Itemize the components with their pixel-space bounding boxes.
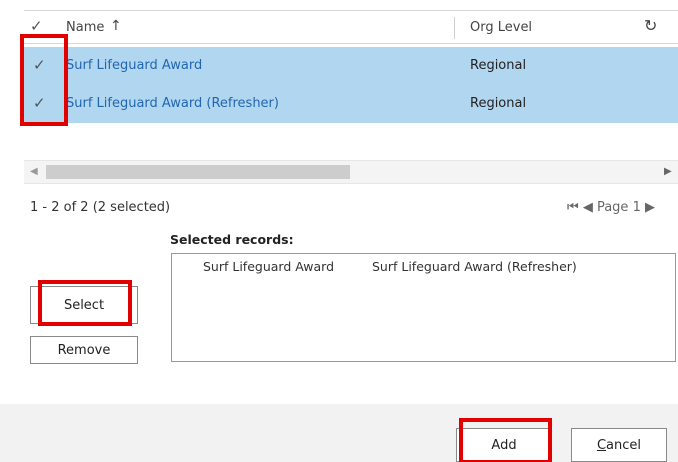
cancel-button[interactable]: Cancel bbox=[571, 428, 667, 462]
remove-button[interactable]: Remove bbox=[30, 336, 138, 364]
cancel-label: ancel bbox=[606, 437, 642, 453]
table-row[interactable]: ✓ Surf Lifeguard Award Regional bbox=[24, 47, 678, 85]
horizontal-scrollbar[interactable]: ◀ ▶ bbox=[24, 160, 678, 184]
record-org-level: Regional bbox=[470, 96, 527, 111]
column-header-name[interactable]: Name bbox=[66, 20, 104, 35]
column-divider[interactable] bbox=[454, 17, 455, 39]
add-button[interactable]: Add bbox=[456, 428, 552, 462]
column-header-org-level[interactable]: Org Level bbox=[470, 20, 532, 35]
selected-record-item[interactable]: Surf Lifeguard Award bbox=[203, 259, 334, 274]
cancel-accesskey: C bbox=[596, 437, 607, 453]
record-name-link[interactable]: Surf Lifeguard Award bbox=[66, 58, 202, 73]
refresh-icon[interactable]: ↻ bbox=[644, 16, 657, 35]
select-button[interactable]: Select bbox=[30, 286, 138, 324]
scroll-thumb[interactable] bbox=[46, 165, 350, 179]
record-name-link[interactable]: Surf Lifeguard Award (Refresher) bbox=[66, 96, 279, 111]
record-count: 1 - 2 of 2 (2 selected) bbox=[30, 200, 171, 215]
scroll-left-icon[interactable]: ◀ bbox=[30, 166, 38, 177]
pager[interactable]: ⏮ ◀ Page 1 ▶ bbox=[567, 200, 655, 215]
row-check-icon[interactable]: ✓ bbox=[33, 56, 46, 74]
select-all-check-icon[interactable]: ✓ bbox=[30, 17, 43, 35]
selected-record-item[interactable]: Surf Lifeguard Award (Refresher) bbox=[372, 259, 577, 274]
row-check-icon[interactable]: ✓ bbox=[33, 94, 46, 112]
sort-ascending-icon: ↑ bbox=[110, 18, 122, 34]
selected-records-box[interactable]: Surf Lifeguard Award Surf Lifeguard Awar… bbox=[171, 253, 676, 362]
record-org-level: Regional bbox=[470, 58, 527, 73]
grid-header: ✓ Name ↑ Org Level ↻ bbox=[24, 10, 678, 44]
selected-records-label: Selected records: bbox=[170, 232, 294, 247]
table-row[interactable]: ✓ Surf Lifeguard Award (Refresher) Regio… bbox=[24, 85, 678, 123]
scroll-right-icon[interactable]: ▶ bbox=[664, 166, 672, 177]
